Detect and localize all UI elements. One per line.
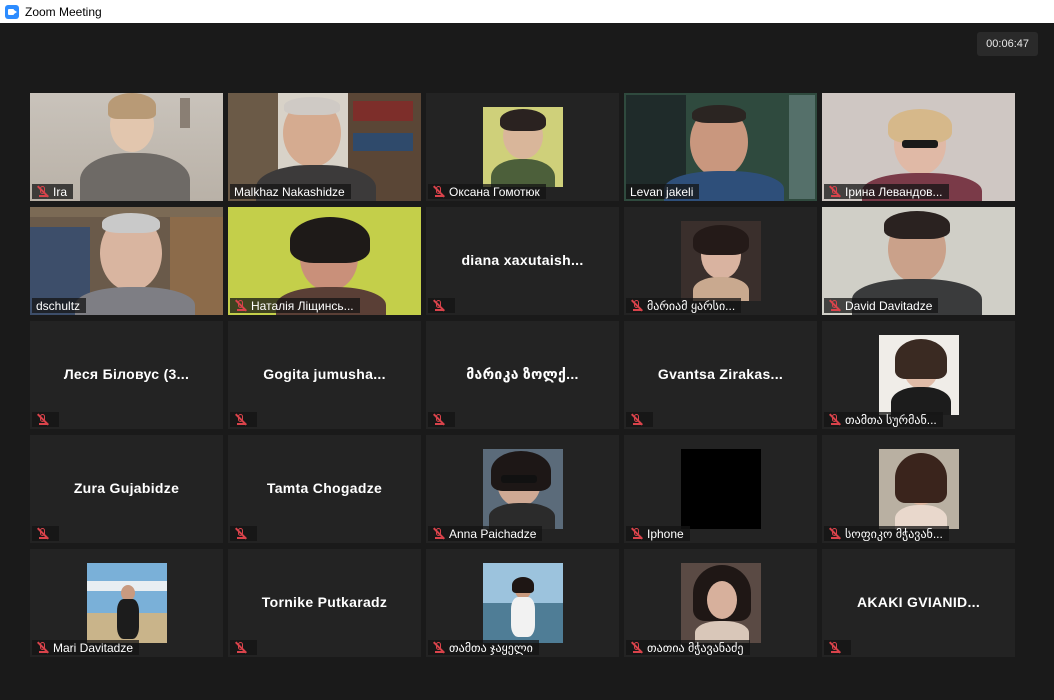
- participant-tile[interactable]: dschultz: [30, 207, 223, 315]
- mic-muted-icon: [36, 641, 50, 654]
- title-bar: Zoom Meeting: [0, 0, 1054, 23]
- participant-tile[interactable]: AKAKI GVIANID...: [822, 549, 1015, 657]
- mic-muted-icon: [36, 413, 50, 426]
- participant-name-label: [230, 640, 257, 655]
- participant-display-name: Tornike Putkaradz: [261, 594, 388, 610]
- mic-muted-icon: [432, 527, 446, 540]
- participant-tile[interactable]: diana xaxutaish...: [426, 207, 619, 315]
- participant-display-name: Gogita jumusha...: [263, 366, 386, 382]
- participant-video: [878, 335, 959, 415]
- participant-grid: Ira Malkhaz Nakashidze Оксана Гомотюк Le…: [30, 93, 1015, 657]
- zoom-logo-icon: [5, 4, 19, 19]
- participant-tile[interactable]: Tamta Chogadze: [228, 435, 421, 543]
- participant-video: [680, 563, 761, 643]
- participant-name-label: David Davitadze: [824, 298, 939, 313]
- participant-video: [680, 221, 761, 301]
- participant-name-label: Iphone: [626, 526, 690, 541]
- participant-tile[interactable]: Anna Paichadze: [426, 435, 619, 543]
- participant-name-label: სოფიკო მჭავან...: [824, 526, 949, 541]
- participant-video: [878, 449, 959, 529]
- participant-tile[interactable]: მარიამ ყარსი...: [624, 207, 817, 315]
- participant-display-name: diana xaxutaish...: [461, 252, 584, 268]
- mic-muted-icon: [432, 413, 446, 426]
- meeting-gallery-view: 00:06:47 Ira Malkhaz Nakashidze Оксана Г…: [0, 23, 1054, 700]
- mic-muted-icon: [828, 299, 842, 312]
- mic-muted-icon: [234, 527, 248, 540]
- participant-name-label: Ira: [32, 184, 74, 199]
- mic-muted-icon: [828, 185, 842, 198]
- participant-name-label: მარიამ ყარსი...: [626, 298, 742, 313]
- participant-name-label: Наталія Ліщинсь...: [230, 298, 360, 313]
- mic-muted-icon: [828, 413, 842, 426]
- mic-muted-icon: [234, 641, 248, 654]
- mic-muted-icon: [432, 185, 446, 198]
- participant-video: [482, 449, 563, 529]
- meeting-timer: 00:06:47: [977, 32, 1038, 56]
- participant-tile[interactable]: მარიკა ზოლქ...: [426, 321, 619, 429]
- window-title: Zoom Meeting: [25, 4, 102, 19]
- participant-tile[interactable]: Оксана Гомотюк: [426, 93, 619, 201]
- participant-name-label: [32, 526, 59, 541]
- participant-tile[interactable]: Gogita jumusha...: [228, 321, 421, 429]
- participant-video: [482, 107, 563, 187]
- participant-video: [86, 563, 167, 643]
- participant-name-label: [230, 526, 257, 541]
- participant-tile[interactable]: თამთა სურმან...: [822, 321, 1015, 429]
- participant-name-label: [230, 412, 257, 427]
- participant-tile[interactable]: თათია მჭავანაძე: [624, 549, 817, 657]
- participant-name-label: თათია მჭავანაძე: [626, 640, 750, 655]
- participant-display-name: Tamta Chogadze: [266, 480, 383, 496]
- participant-display-name: Zura Gujabidze: [73, 480, 180, 496]
- participant-name-label: [428, 412, 455, 427]
- participant-tile[interactable]: Леся Біловус (3...: [30, 321, 223, 429]
- participant-tile[interactable]: Iphone: [624, 435, 817, 543]
- participant-display-name: AKAKI GVIANID...: [856, 594, 981, 610]
- mic-muted-icon: [630, 641, 644, 654]
- participant-name-label: [626, 412, 653, 427]
- mic-muted-icon: [828, 527, 842, 540]
- participant-name-label: [428, 298, 455, 313]
- participant-tile[interactable]: სოფიკო მჭავან...: [822, 435, 1015, 543]
- participant-tile[interactable]: Gvantsa Zirakas...: [624, 321, 817, 429]
- mic-muted-icon: [234, 413, 248, 426]
- participant-display-name: Gvantsa Zirakas...: [657, 366, 784, 382]
- mic-muted-icon: [432, 299, 446, 312]
- participant-tile[interactable]: Наталія Ліщинсь...: [228, 207, 421, 315]
- mic-muted-icon: [828, 641, 842, 654]
- participant-name-label: [824, 640, 851, 655]
- participant-display-name: მარიკა ზოლქ...: [466, 366, 579, 382]
- participant-tile[interactable]: David Davitadze: [822, 207, 1015, 315]
- participant-name-label: Malkhaz Nakashidze: [230, 184, 351, 199]
- participant-tile[interactable]: Malkhaz Nakashidze: [228, 93, 421, 201]
- participant-display-name: Леся Біловус (3...: [63, 366, 190, 382]
- participant-name-label: Levan jakeli: [626, 184, 700, 199]
- participant-name-label: Оксана Гомотюк: [428, 184, 546, 199]
- participant-name-label: dschultz: [32, 298, 87, 313]
- mic-muted-icon: [36, 185, 50, 198]
- mic-muted-icon: [630, 413, 644, 426]
- participant-tile-active-speaker[interactable]: Levan jakeli: [624, 93, 817, 201]
- participant-name-label: თამთა სურმან...: [824, 412, 943, 427]
- participant-name-label: Anna Paichadze: [428, 526, 543, 541]
- mic-muted-icon: [630, 527, 644, 540]
- participant-tile[interactable]: Zura Gujabidze: [30, 435, 223, 543]
- participant-video: [680, 449, 761, 529]
- participant-tile[interactable]: თამთა ჯაყელი: [426, 549, 619, 657]
- mic-muted-icon: [630, 299, 644, 312]
- participant-video: [482, 563, 563, 643]
- participant-tile[interactable]: Ira: [30, 93, 223, 201]
- mic-muted-icon: [234, 299, 248, 312]
- participant-name-label: Ірина Левандов...: [824, 184, 949, 199]
- mic-muted-icon: [432, 641, 446, 654]
- participant-tile[interactable]: Ірина Левандов...: [822, 93, 1015, 201]
- participant-name-label: Mari Davitadze: [32, 640, 140, 655]
- participant-name-label: [32, 412, 59, 427]
- participant-tile[interactable]: Tornike Putkaradz: [228, 549, 421, 657]
- mic-muted-icon: [36, 527, 50, 540]
- participant-tile[interactable]: Mari Davitadze: [30, 549, 223, 657]
- participant-name-label: თამთა ჯაყელი: [428, 640, 539, 655]
